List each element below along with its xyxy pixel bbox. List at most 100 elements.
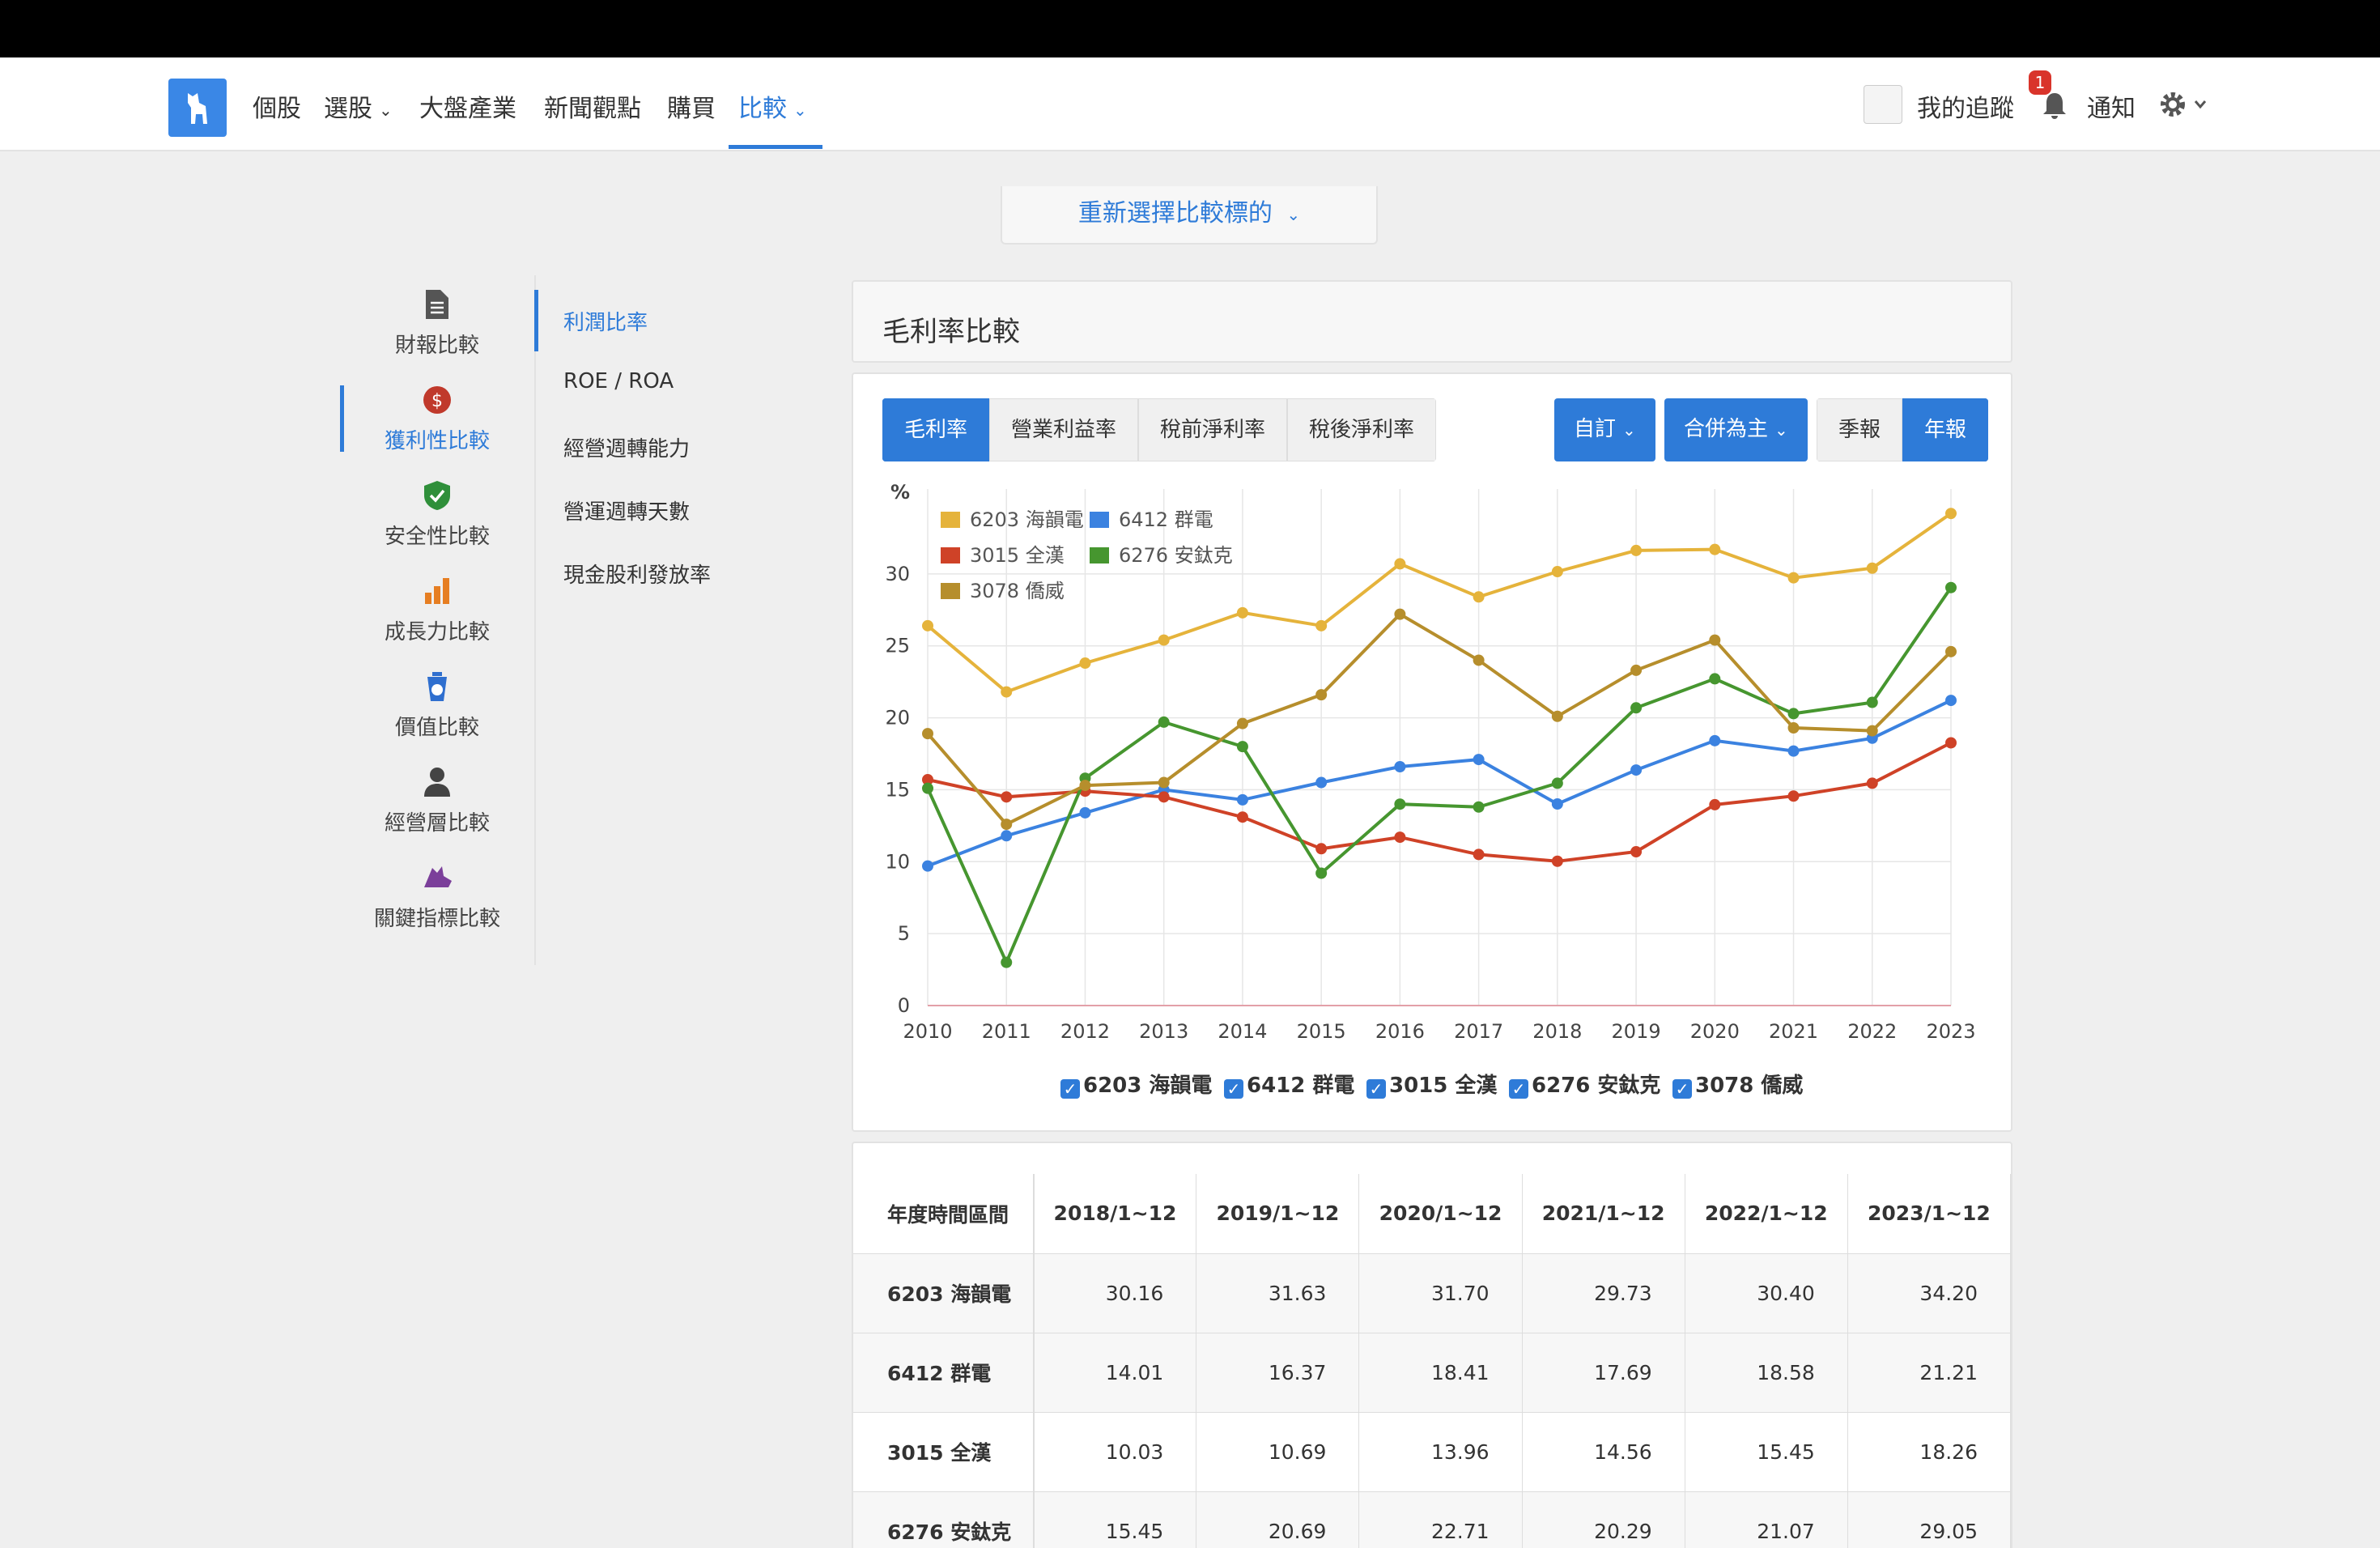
data-point [1709,734,1721,746]
nav-active-indicator [729,145,822,149]
x-tick-label: 2018 [1532,1020,1582,1043]
data-point [1630,544,1643,556]
data-point [1630,664,1643,676]
legend-swatch [941,512,960,528]
data-point [1394,760,1406,772]
y-axis-label: % [890,481,910,504]
sub-item-turnover[interactable]: 經營週轉能力 [563,432,690,462]
checkbox-checked-icon: ✓ [1060,1079,1080,1099]
side-item-label: 價值比較 [394,716,479,740]
table-header-row: 年度時間區間 2018/1~12 2019/1~12 2020/1~12 202… [853,1174,2011,1254]
side-item-safety[interactable]: 安全性比較 [340,479,534,550]
table-cell: 17.69 [1522,1333,1685,1413]
sub-item-turnover-days[interactable]: 營運週轉天數 [563,495,690,525]
series-toggle-3078[interactable]: ✓ 3078 僑威 [1672,1069,1803,1099]
bell-icon[interactable] [2038,90,2071,125]
table-cell: 16.37 [1196,1333,1360,1413]
notifications-link[interactable]: 通知 [2087,88,2136,124]
side-item-management[interactable]: 經營層比較 [340,766,534,836]
data-point [1236,606,1248,619]
data-point [1630,702,1643,714]
side-item-financials[interactable]: 財報比較 [340,288,534,359]
side-item-growth[interactable]: 成長力比較 [340,575,534,645]
table-cell: 21.07 [1685,1491,1848,1548]
data-point [1394,831,1406,844]
table-cell: 30.40 [1685,1253,1848,1333]
nav-item-market[interactable]: 大盤產業 [419,88,516,124]
x-tick-label: 2021 [1769,1020,1818,1043]
series-toggle-label: 3015 全漢 [1389,1074,1498,1098]
data-point [1551,798,1563,810]
bar-chart-icon [425,578,449,604]
table-row: 6276 安鈦克 15.45 20.69 22.71 20.29 21.07 2… [853,1491,2011,1548]
data-point [1945,581,1957,593]
nav-item-news[interactable]: 新聞觀點 [544,88,641,124]
table-cell: 30.16 [1033,1253,1197,1333]
nav-item-stock[interactable]: 個股 [253,88,301,124]
legend-swatch [1090,512,1109,528]
chevron-down-icon: ⌄ [793,100,807,120]
data-point [1709,798,1721,810]
data-point [922,728,933,740]
data-point [1001,791,1013,803]
side-item-profitability[interactable]: $ 獲利性比較 [340,384,534,454]
table-cell: 14.01 [1033,1333,1197,1413]
data-point [1551,855,1563,867]
x-tick-label: 2020 [1690,1020,1740,1043]
table-cell: 34.20 [1847,1253,2011,1333]
gear-icon [2161,92,2207,117]
series-toggle-6276[interactable]: ✓ 6276 安鈦克 [1509,1069,1660,1099]
table-row-label: 6412 群電 [853,1333,1035,1413]
legend-swatch [941,583,960,599]
nav-item-buy[interactable]: 購買 [667,88,716,124]
nav-item-compare[interactable]: 比較 ⌄ [738,88,807,124]
x-tick-label: 2010 [903,1020,952,1043]
legend-label: 3015 全漢 [970,544,1065,567]
series-toggle-6412[interactable]: ✓ 6412 群電 [1224,1069,1354,1099]
data-point [1001,956,1013,968]
data-point [1236,811,1248,823]
data-point [922,619,933,632]
table-column-header: 2019/1~12 [1196,1174,1360,1254]
side-item-label: 經營層比較 [384,811,490,836]
sub-item-roe-roa[interactable]: ROE / ROA [563,369,674,393]
data-point [1551,566,1563,578]
legend-label: 6412 群電 [1119,508,1213,531]
table-column-header: 2022/1~12 [1685,1174,1848,1254]
data-point [1709,673,1721,685]
x-tick-label: 2012 [1060,1020,1110,1043]
shield-icon [424,481,450,510]
side-item-key-metrics[interactable]: 關鍵指標比較 [340,861,534,932]
site-logo[interactable] [168,79,227,137]
avatar[interactable] [1864,85,1902,124]
table-row: 6412 群電 14.01 16.37 18.41 17.69 18.58 21… [853,1333,2011,1413]
my-tracking-link[interactable]: 我的追蹤 [1917,88,2014,124]
data-point [1709,634,1721,646]
chevron-down-icon: ⌄ [1286,204,1301,224]
table-row: 3015 全漢 10.03 10.69 13.96 14.56 15.45 18… [853,1412,2011,1492]
settings-menu[interactable] [2158,88,2216,124]
series-toggle-6203[interactable]: ✓ 6203 海韻電 [1060,1069,1212,1099]
series-toggle-label: 6203 海韻電 [1083,1074,1213,1098]
data-point [1158,776,1170,789]
data-point [1945,508,1957,520]
sub-item-profit-ratio[interactable]: 利潤比率 [563,306,648,336]
x-tick-label: 2019 [1612,1020,1661,1043]
side-item-value[interactable]: 價值比較 [340,670,534,741]
series-toggle-3015[interactable]: ✓ 3015 全漢 [1366,1069,1497,1099]
legend-swatch [941,547,960,563]
x-tick-label: 2014 [1218,1020,1267,1043]
side-item-label: 財報比較 [394,334,479,358]
sub-item-dividend-payout[interactable]: 現金股利發放率 [563,559,711,589]
nav-item-screener[interactable]: 選股 ⌄ [324,88,393,124]
data-point [1709,543,1721,555]
side-item-label: 成長力比較 [384,620,490,644]
side-nav-divider [534,275,536,965]
y-tick-label: 10 [885,850,910,873]
reselect-targets-button[interactable]: 重新選擇比較標的 ⌄ [1001,186,1378,245]
x-tick-label: 2013 [1139,1020,1188,1043]
table-cell: 10.03 [1033,1412,1197,1492]
x-tick-label: 2017 [1454,1020,1503,1043]
table-cell: 21.21 [1847,1333,2011,1413]
y-tick-label: 0 [898,994,910,1017]
